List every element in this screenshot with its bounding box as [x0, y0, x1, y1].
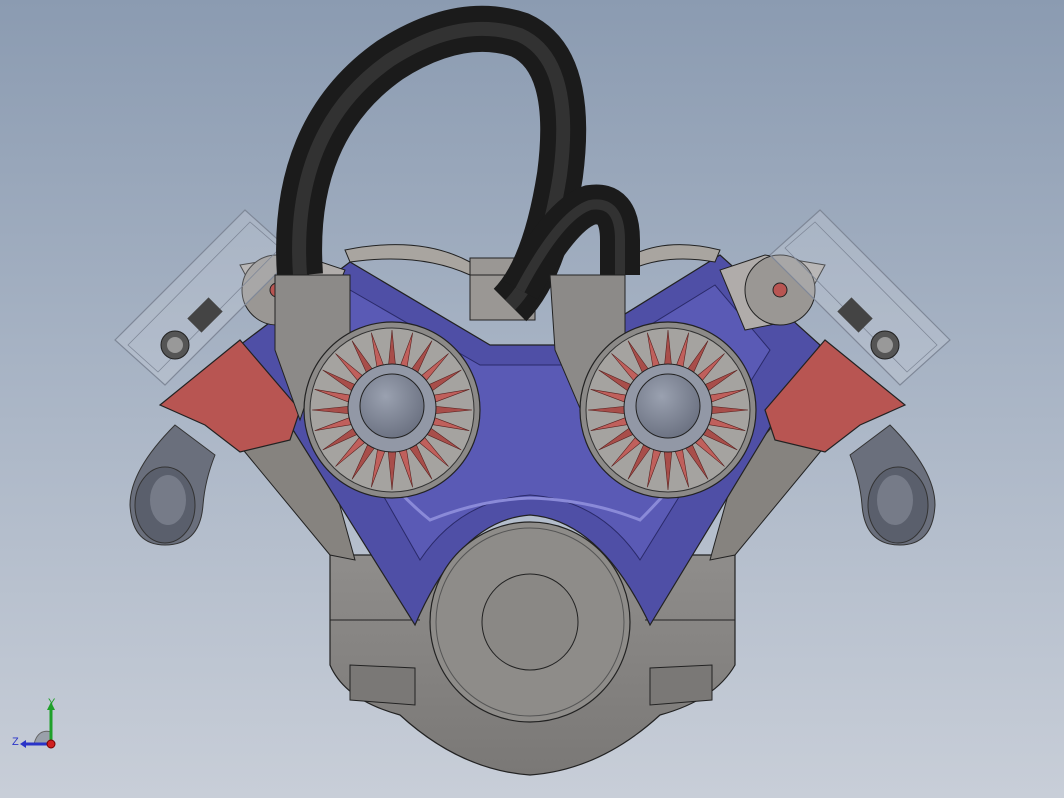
x-axis	[46, 739, 56, 749]
crank-pulley[interactable]	[429, 521, 631, 723]
z-axis-label: Z	[12, 736, 19, 748]
y-axis-label: Y	[48, 697, 56, 709]
coordinate-triad: Y Z	[12, 697, 56, 749]
right-exhaust-pipe[interactable]	[849, 424, 936, 546]
left-exhaust-pipe[interactable]	[129, 424, 216, 546]
graphics-viewport[interactable]: Y Z	[0, 0, 1064, 798]
engine-model-view[interactable]	[0, 0, 1064, 798]
